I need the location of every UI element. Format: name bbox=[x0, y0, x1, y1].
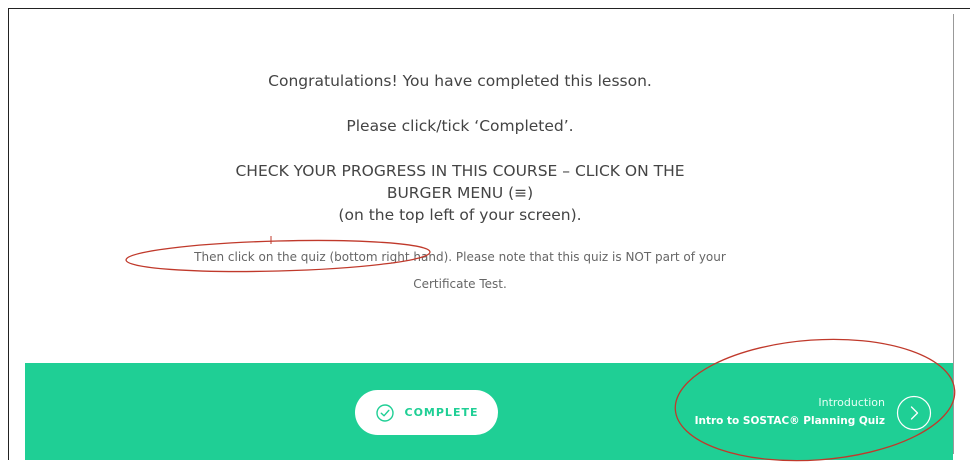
next-lesson-link[interactable]: Introduction Intro to SOSTAC® Planning Q… bbox=[690, 395, 940, 435]
progress-heading-line2: BURGER MENU (≡) bbox=[386, 184, 534, 202]
complete-label: COMPLETE bbox=[404, 406, 479, 419]
complete-button[interactable]: COMPLETE bbox=[355, 390, 498, 435]
lesson-content: Congratulations! You have completed this… bbox=[20, 0, 900, 345]
scrollbar-track bbox=[953, 14, 954, 454]
progress-heading-line3: (on the top left of your screen). bbox=[338, 206, 582, 224]
quiz-note-line1: Then click on the quiz (bottom right han… bbox=[194, 250, 726, 264]
chevron-right-circle-icon[interactable] bbox=[896, 395, 932, 431]
next-lesson-title: Intro to SOSTAC® Planning Quiz bbox=[694, 415, 885, 427]
progress-heading-line1: CHECK YOUR PROGRESS IN THIS COURSE – CLI… bbox=[235, 162, 685, 180]
frame-left-border bbox=[8, 8, 9, 460]
check-circle-icon bbox=[375, 403, 394, 422]
next-lesson-kicker: Introduction bbox=[818, 396, 885, 409]
quiz-note-line2: Certificate Test. bbox=[413, 277, 507, 291]
instruction-heading: Please click/tick ‘Completed’. bbox=[346, 117, 574, 135]
congrats-heading: Congratulations! You have completed this… bbox=[268, 72, 652, 90]
